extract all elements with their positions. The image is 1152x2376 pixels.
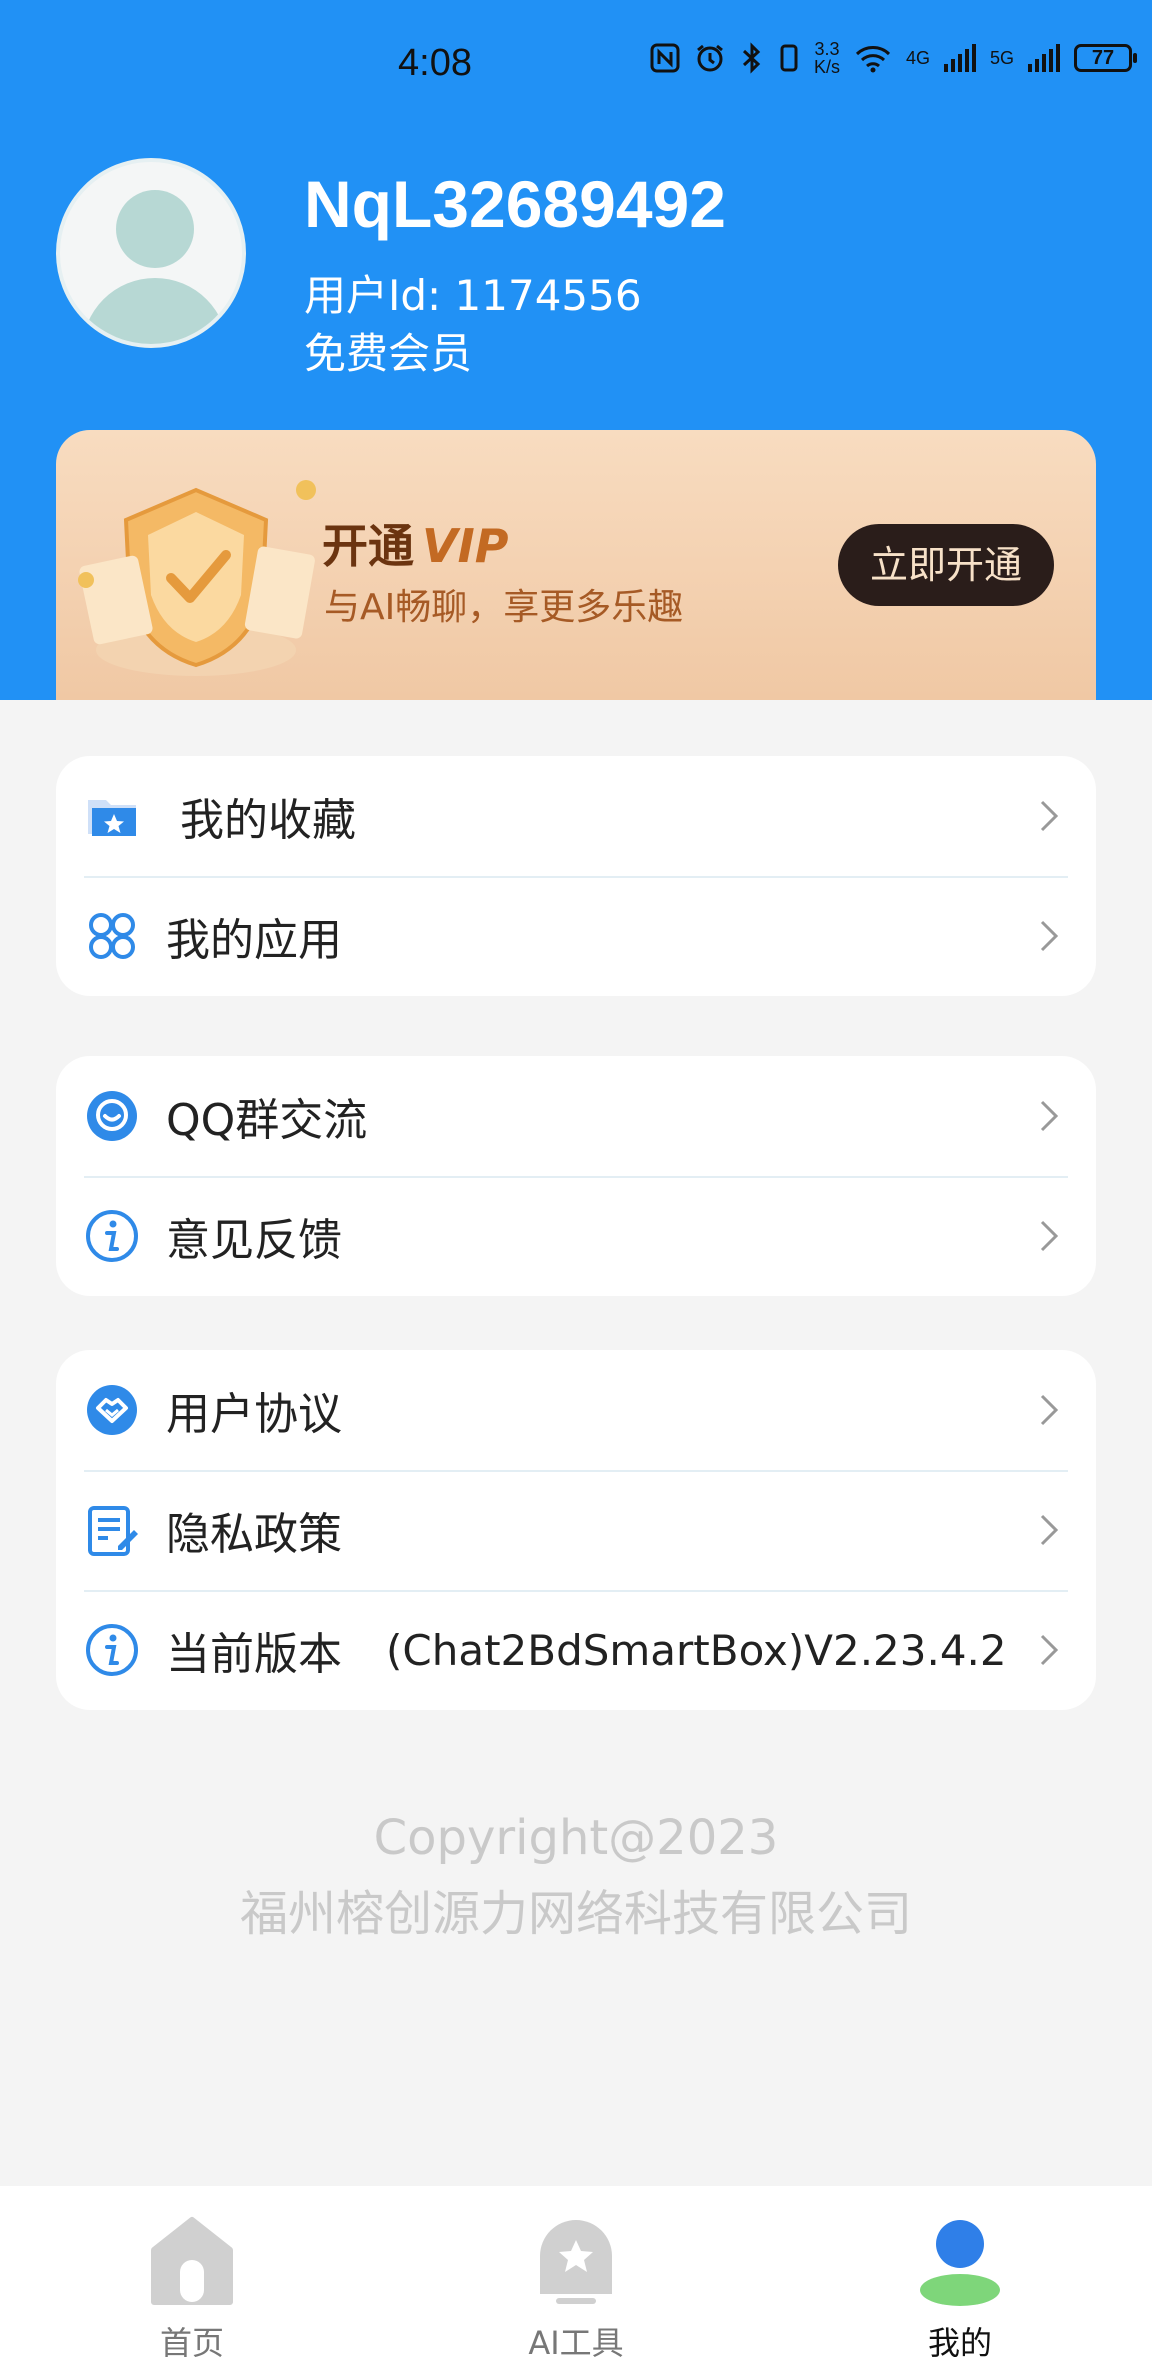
chevron-right-icon xyxy=(1040,920,1059,952)
menu-group-community: QQ群交流 意见反馈 xyxy=(56,1056,1096,1296)
menu-group-personal: 我的收藏 我的应用 xyxy=(56,756,1096,996)
vip-shield-icon xyxy=(78,480,316,676)
document-edit-icon xyxy=(88,1506,138,1556)
menu-item-favorites[interactable]: 我的收藏 xyxy=(56,756,1096,876)
signal-bars-icon xyxy=(944,44,977,72)
membership-status: 免费会员 xyxy=(304,329,473,378)
avatar-head xyxy=(116,190,194,268)
avatar[interactable] xyxy=(56,158,246,348)
copyright-text: Copyright@2023 xyxy=(373,1810,779,1866)
wifi-icon xyxy=(855,46,891,73)
nfc-icon xyxy=(650,43,680,73)
battery-icon: 77 xyxy=(1074,44,1138,72)
folder-star-icon xyxy=(88,800,136,836)
vip-word: VIP xyxy=(422,519,509,573)
tab-label: AI工具 xyxy=(528,2324,624,2362)
home-icon xyxy=(151,2217,233,2305)
chat-bubble-icon xyxy=(87,1091,137,1141)
chevron-right-icon xyxy=(1040,1514,1059,1546)
avatar-body xyxy=(82,278,228,344)
tab-label: 首页 xyxy=(159,2324,224,2362)
activate-vip-button[interactable]: 立即开通 xyxy=(838,524,1054,606)
bluetooth-icon xyxy=(742,42,761,74)
chevron-right-icon xyxy=(1040,1394,1059,1426)
bottom-nav: 首页 AI工具 我的 xyxy=(0,2186,1152,2376)
tab-profile[interactable]: 我的 xyxy=(860,2216,1060,2364)
menu-item-label: 意见反馈 xyxy=(166,1215,342,1266)
vip-title-text: 开通 xyxy=(322,519,414,573)
menu-item-my-apps[interactable]: 我的应用 xyxy=(56,876,1096,996)
chevron-right-icon xyxy=(1040,1634,1059,1666)
alarm-icon xyxy=(697,44,723,72)
status-time: 4:08 xyxy=(398,42,472,84)
chevron-right-icon xyxy=(1040,800,1059,832)
vibrate-icon xyxy=(780,44,798,72)
status-bar: 4:08 3.3 K/s 4G 5G 77 xyxy=(0,0,1152,130)
apps-icon xyxy=(89,913,135,959)
handshake-icon xyxy=(87,1385,137,1435)
network-4g: 4G xyxy=(906,48,931,68)
menu-item-label: 当前版本 xyxy=(166,1629,342,1680)
vip-banner[interactable]: 开通 VIP 与AI畅聊，享更多乐趣 立即开通 xyxy=(56,430,1096,700)
network-5g: 5G xyxy=(990,48,1015,68)
menu-item-label: 用户协议 xyxy=(166,1389,342,1440)
network-speed: 3.3 K/s xyxy=(814,40,840,76)
tab-ai-tools[interactable]: AI工具 xyxy=(476,2216,676,2364)
vip-subtitle: 与AI畅聊，享更多乐趣 xyxy=(324,587,684,628)
signal-bars-icon xyxy=(1028,44,1061,72)
menu-item-user-agreement[interactable]: 用户协议 xyxy=(56,1350,1096,1470)
menu-item-version[interactable]: 当前版本 (Chat2BdSmartBox)V2.23.4.2 xyxy=(56,1590,1096,1710)
version-value: (Chat2BdSmartBox)V2.23.4.2 xyxy=(386,1625,1007,1675)
tab-label: 我的 xyxy=(927,2324,992,2362)
menu-item-label: 隐私政策 xyxy=(166,1509,342,1560)
status-icons: 3.3 K/s 4G 5G 77 xyxy=(650,40,1138,76)
menu-group-about: 用户协议 隐私政策 当前版本 (Chat2BdSmartBox)V2.23.4.… xyxy=(56,1350,1096,1710)
menu-item-label: QQ群交流 xyxy=(166,1095,368,1146)
menu-item-label: 我的收藏 xyxy=(180,795,356,846)
menu-item-qq-group[interactable]: QQ群交流 xyxy=(56,1056,1096,1176)
menu-item-label: 我的应用 xyxy=(166,915,342,966)
user-id: 用户Id: 1174556 xyxy=(304,271,642,320)
info-icon xyxy=(86,1210,138,1262)
tab-home[interactable]: 首页 xyxy=(92,2216,292,2364)
chevron-right-icon xyxy=(1040,1220,1059,1252)
menu-item-feedback[interactable]: 意见反馈 xyxy=(56,1176,1096,1296)
network-speed-value: 3.3 xyxy=(814,39,840,59)
menu-item-privacy-policy[interactable]: 隐私政策 xyxy=(56,1470,1096,1590)
company-name: 福州榕创源力网络科技有限公司 xyxy=(239,1886,912,1942)
username: NqL32689492 xyxy=(304,167,726,241)
profile-icon xyxy=(920,2220,1000,2306)
info-icon xyxy=(86,1624,138,1676)
chevron-right-icon xyxy=(1040,1100,1059,1132)
ai-tools-icon xyxy=(540,2220,612,2304)
network-speed-unit: K/s xyxy=(814,57,841,77)
vip-title: 开通 VIP xyxy=(322,510,508,576)
